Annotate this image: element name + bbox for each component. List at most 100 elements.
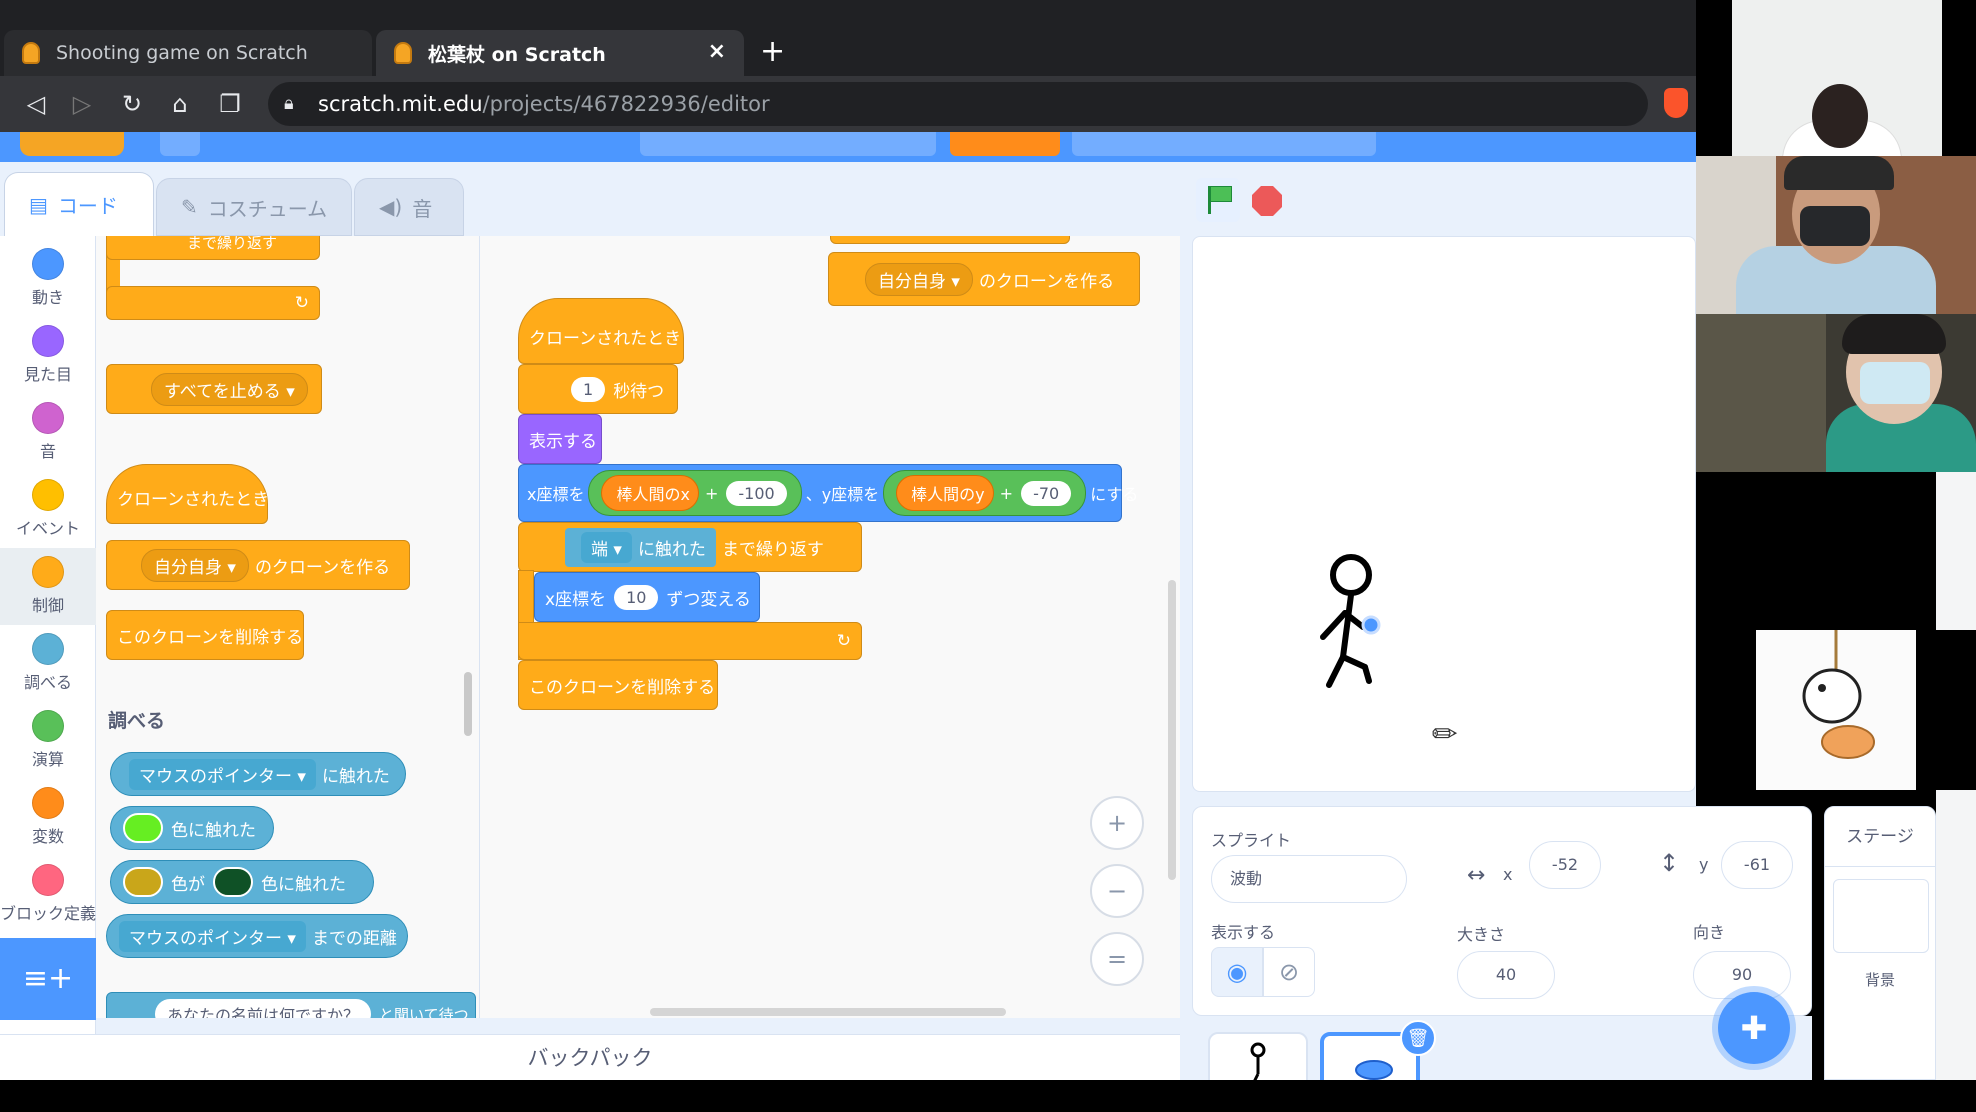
palette-scrollbar[interactable]	[464, 672, 472, 736]
stage-canvas[interactable]: ✎	[1192, 236, 1696, 792]
flag-cloth	[1210, 186, 1232, 202]
wait-seconds-input[interactable]: 1	[571, 376, 606, 402]
variable-reporter[interactable]: 棒人間のy	[896, 475, 994, 511]
tab-active-project[interactable]: 松葉杖 on Scratch ×	[376, 30, 744, 76]
category-control[interactable]: 制御	[0, 548, 96, 625]
stage-thumbnail[interactable]	[1833, 879, 1929, 953]
category-looks[interactable]: 見た目	[0, 317, 96, 394]
block-repeat-until[interactable]: 端 ▾ に触れた まで繰り返す	[518, 522, 862, 572]
back-icon[interactable]: ◁	[18, 86, 54, 122]
url-host: scratch.mit.edu	[318, 92, 483, 116]
y-position-input[interactable]: -61	[1721, 841, 1793, 889]
variable-reporter[interactable]: 棒人間のx	[601, 475, 699, 511]
choose-sprite-button[interactable]: ✚	[1718, 992, 1790, 1064]
show-sprite-eye-icon[interactable]: ◉	[1211, 947, 1263, 997]
block-repeat-until-bottom[interactable]: ↻	[518, 622, 862, 660]
zoom-in-button[interactable]: +	[1090, 796, 1144, 850]
color-swatch[interactable]	[123, 813, 163, 843]
block-ask-and-wait[interactable]: あなたの名前は何ですか？ と聞いて待つ	[106, 992, 476, 1018]
direction-input[interactable]: 90	[1693, 951, 1791, 999]
video-participant-1	[1732, 0, 1942, 156]
green-flag-button[interactable]	[1196, 178, 1240, 222]
block-text: と聞いて待つ	[379, 1005, 469, 1019]
backpack-bar[interactable]: バックパック	[0, 1034, 1180, 1080]
see-project-page-button[interactable]	[1072, 132, 1376, 156]
size-input[interactable]: 40	[1457, 951, 1555, 999]
block-text: x座標を	[527, 485, 585, 504]
block-change-x[interactable]: x座標を 10 ずつ変える	[534, 572, 760, 622]
stage-target-pane[interactable]: ステージ 背景	[1824, 806, 1936, 1080]
block-stop-all[interactable]: すべてを止める ▾	[106, 364, 322, 414]
project-title-input[interactable]	[640, 132, 936, 156]
brush-icon: ✎	[181, 195, 198, 219]
workspace-horizontal-scrollbar[interactable]	[650, 1008, 1006, 1016]
scratch-logo[interactable]	[20, 132, 124, 156]
tab-close-icon[interactable]: ×	[708, 39, 726, 64]
category-my-blocks[interactable]: ブロック定義	[0, 856, 96, 938]
clone-target-dropdown[interactable]: 自分自身 ▾	[141, 548, 249, 582]
block-color-touching-color[interactable]: 色が 色に触れた	[110, 860, 374, 904]
new-tab-button[interactable]: +	[760, 30, 785, 76]
block-when-cloned[interactable]: クローンされたとき	[106, 464, 269, 524]
block-create-clone[interactable]: 自分自身 ▾ のクローンを作る	[106, 540, 410, 590]
tab-code[interactable]: ▤ コード	[4, 172, 154, 236]
category-variables[interactable]: 変数	[0, 779, 96, 856]
forward-icon[interactable]: ▷	[64, 86, 100, 122]
share-button[interactable]	[950, 132, 1060, 156]
category-dot-icon	[32, 710, 64, 742]
touching-condition[interactable]: 端 ▾ に触れた	[565, 527, 716, 567]
zoom-out-button[interactable]: −	[1090, 864, 1144, 918]
category-sensing[interactable]: 調べる	[0, 625, 96, 702]
distance-dropdown[interactable]: マウスのポインター ▾	[119, 920, 306, 952]
block-partial-top[interactable]	[830, 236, 1070, 244]
home-icon[interactable]: ⌂	[162, 86, 198, 122]
block-wait[interactable]: 1 秒待つ	[518, 364, 678, 414]
block-go-to-xy[interactable]: x座標を 棒人間のx + -100 、y座標を 棒人間のy + -70 にする	[518, 464, 1138, 522]
delete-sprite-icon[interactable]: 🗑︎	[1400, 1020, 1436, 1056]
stick-figure-sprite[interactable]	[1193, 237, 1696, 792]
touching-dropdown[interactable]: マウスのポインター ▾	[129, 758, 316, 790]
color-swatch[interactable]	[213, 867, 253, 897]
ask-input[interactable]: あなたの名前は何ですか？	[155, 999, 372, 1018]
stop-dropdown[interactable]: すべてを止める ▾	[151, 372, 308, 406]
category-label: ブロック定義	[0, 904, 96, 923]
block-create-clone[interactable]: 自分自身 ▾ のクローンを作る	[828, 252, 1140, 306]
add-operator[interactable]: 棒人間のy + -70	[883, 470, 1087, 516]
sprite-name-input[interactable]: 波動	[1211, 855, 1407, 903]
y-offset-input[interactable]: -70	[1021, 480, 1072, 506]
change-x-input[interactable]: 10	[614, 584, 659, 610]
tab-costumes[interactable]: ✎ コスチューム	[156, 178, 352, 236]
tab-title: Shooting game on Scratch	[56, 42, 308, 64]
address-bar[interactable]: 🔒︎ scratch.mit.edu/projects/467822936/ed…	[268, 82, 1648, 126]
hide-sprite-eye-icon[interactable]: ⊘	[1263, 947, 1315, 997]
clone-target-dropdown[interactable]: 自分自身 ▾	[865, 262, 973, 296]
category-sound[interactable]: 音	[0, 394, 96, 471]
category-motion[interactable]: 動き	[0, 240, 96, 317]
block-repeat-until-bottom[interactable]: ↻	[106, 286, 320, 320]
stop-button[interactable]	[1252, 186, 1282, 216]
brave-shield-icon[interactable]	[1664, 88, 1688, 118]
tab-sounds[interactable]: ◀) 音	[354, 178, 464, 236]
block-repeat-until[interactable]: まで繰り返す	[106, 236, 320, 260]
language-icon[interactable]	[160, 132, 200, 156]
zoom-reset-button[interactable]: =	[1090, 932, 1144, 986]
reload-icon[interactable]: ↻	[114, 86, 150, 122]
workspace-vertical-scrollbar[interactable]	[1168, 580, 1176, 880]
edge-dropdown[interactable]: 端 ▾	[581, 531, 632, 563]
color-swatch[interactable]	[123, 867, 163, 897]
category-operators[interactable]: 演算	[0, 702, 96, 779]
block-when-cloned[interactable]: クローンされたとき	[518, 298, 684, 364]
category-events[interactable]: イベント	[0, 471, 96, 548]
x-position-input[interactable]: -52	[1529, 841, 1601, 889]
block-delete-clone[interactable]: このクローンを削除する	[106, 610, 304, 660]
tab-shooting-game[interactable]: Shooting game on Scratch	[4, 30, 372, 76]
block-delete-clone[interactable]: このクローンを削除する	[518, 660, 718, 710]
block-distance-to[interactable]: マウスのポインター ▾ までの距離	[106, 914, 408, 958]
add-operator[interactable]: 棒人間のx + -100	[588, 470, 802, 516]
x-offset-input[interactable]: -100	[726, 480, 787, 506]
block-touching-color[interactable]: 色に触れた	[110, 806, 274, 850]
add-extension-button[interactable]: ≡+	[0, 938, 96, 1020]
block-touching[interactable]: マウスのポインター ▾ に触れた	[110, 752, 406, 796]
bookmark-icon[interactable]: ❐	[212, 86, 248, 122]
block-show[interactable]: 表示する	[518, 414, 602, 464]
